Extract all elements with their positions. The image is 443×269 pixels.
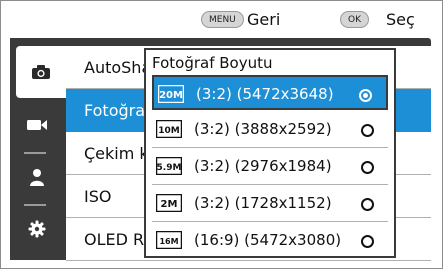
size-option[interactable]: 5.9M (3:2) (2976x1984) [152, 149, 388, 184]
size-option-label: (16:9) (5472x3080) [194, 231, 342, 249]
resolution-10m-icon: 10M [156, 120, 182, 138]
svg-text:16M: 16M [159, 237, 178, 246]
size-option[interactable]: 2M (3:2) (1728x1152) [152, 186, 388, 221]
person-icon [30, 169, 44, 186]
tab-divider [24, 152, 46, 154]
photo-size-popup: Fotoğraf Boyutu 20M (3:2) (5472x3648) 10… [144, 48, 396, 258]
svg-text:2M: 2M [161, 199, 178, 210]
option-divider [152, 221, 388, 222]
ok-button-badge[interactable]: OK [340, 11, 369, 28]
button-hints-bar: MENU Geri OK Seç [1, 9, 442, 33]
radio-unselected-icon [361, 235, 374, 248]
menu-button-badge[interactable]: MENU [201, 11, 244, 28]
select-hint-label: Seç [386, 10, 415, 29]
back-hint-label: Geri [247, 10, 281, 29]
size-option[interactable]: 16M (16:9) (5472x3080) [152, 223, 388, 258]
tab-photo[interactable] [16, 46, 66, 98]
resolution-2m-icon: 2M [156, 194, 182, 212]
size-option[interactable]: 10M (3:2) (3888x2592) [152, 112, 388, 147]
option-divider [152, 147, 388, 148]
radio-unselected-icon [361, 161, 374, 174]
category-tabs [10, 38, 66, 260]
popup-title: Fotoğraf Boyutu [152, 54, 273, 72]
size-option[interactable]: 20M (3:2) (5472x3648) [152, 75, 388, 110]
camera-icon [32, 65, 50, 79]
radio-selected-icon [359, 89, 372, 102]
size-option-label: (3:2) (2976x1984) [194, 157, 332, 175]
gear-icon [28, 220, 46, 238]
resolution-16m-icon: 16M [156, 231, 182, 249]
svg-text:10M: 10M [158, 126, 180, 136]
tab-custom[interactable] [14, 156, 60, 198]
radio-unselected-icon [361, 198, 374, 211]
size-option-label: (3:2) (1728x1152) [194, 194, 332, 212]
video-camera-icon [27, 120, 47, 130]
option-divider [152, 184, 388, 185]
size-option-label: (3:2) (5472x3648) [196, 85, 334, 103]
camera-menu-screen: MENU Geri OK Seç AutoSha Fotoğraf Çekim … [0, 0, 443, 269]
tab-settings[interactable] [14, 208, 60, 250]
resolution-20m-icon: 20M [158, 85, 184, 103]
size-option-label: (3:2) (3888x2592) [194, 120, 332, 138]
tab-video[interactable] [14, 104, 60, 146]
svg-text:20M: 20M [159, 90, 183, 101]
tab-divider [24, 204, 46, 206]
radio-unselected-icon [361, 124, 374, 137]
svg-text:5.9M: 5.9M [157, 163, 182, 173]
resolution-5m-icon: 5.9M [156, 157, 182, 175]
